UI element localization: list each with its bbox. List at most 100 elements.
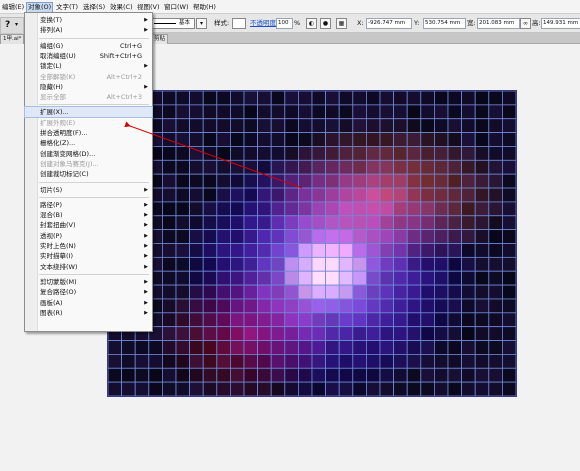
mosaic-tile <box>379 104 395 120</box>
mosaic-tile <box>488 187 503 203</box>
x-field[interactable]: -926.747 mm <box>366 18 412 29</box>
tab-document[interactable]: 1甲.ai* <box>0 34 25 44</box>
menu-item[interactable]: 图表(R) ▶ <box>25 308 152 318</box>
width-label: 宽: <box>467 19 476 27</box>
menu-item[interactable]: 封套扭曲(V) ▶ <box>25 220 152 230</box>
menu-item[interactable]: 编组(G) Ctrl+G <box>25 41 152 51</box>
menu-type[interactable]: 文字(T) <box>56 3 78 12</box>
mosaic-tile <box>162 229 177 244</box>
mosaic-tile <box>338 132 354 147</box>
recolor-icon[interactable]: ◐ <box>306 18 317 29</box>
opacity-input[interactable]: 100 <box>276 18 293 29</box>
mosaic-tile <box>162 159 177 175</box>
mosaic-tile <box>379 173 395 189</box>
mosaic-tile <box>393 146 408 161</box>
mosaic-tile <box>474 91 490 106</box>
chevron-down-icon[interactable]: ▾ <box>196 18 207 29</box>
mosaic-tile <box>297 243 313 258</box>
menu-item[interactable]: 取消编组(U) Shift+Ctrl+G <box>25 51 152 61</box>
menu-help[interactable]: 帮助(H) <box>193 3 216 12</box>
menu-view[interactable]: 视图(V) <box>137 3 160 12</box>
menu-edit[interactable]: 编辑(E) <box>2 3 24 12</box>
menu-item[interactable]: 排列(A) ▶ <box>25 25 152 35</box>
mosaic-tile <box>420 104 435 120</box>
menu-item-shortcut: Alt+Ctrl+2 <box>106 72 142 81</box>
stroke-style-dropdown[interactable]: 基本 <box>151 18 195 29</box>
menu-item[interactable]: 文本绕排(W) ▶ <box>25 262 152 272</box>
mosaic-tile <box>406 284 422 300</box>
help-question-icon[interactable]: ? <box>5 20 10 30</box>
submenu-arrow-icon: ▶ <box>144 186 148 193</box>
opacity-link[interactable]: 不透明度: <box>250 19 278 27</box>
menu-select[interactable]: 选择(S) <box>83 3 105 12</box>
menu-item[interactable]: 创建裁切标记(C) <box>25 169 152 179</box>
link-icon[interactable]: ∞ <box>520 18 531 29</box>
mosaic-tile <box>257 298 272 314</box>
mosaic-tile <box>202 256 218 272</box>
mosaic-grid[interactable] <box>108 91 516 396</box>
mosaic-tile <box>352 187 367 203</box>
menu-item[interactable]: 变换(T) ▶ <box>25 15 152 25</box>
mosaic-tile <box>501 298 516 314</box>
mosaic-tile <box>488 146 503 161</box>
mosaic-tile <box>216 201 231 217</box>
height-field[interactable]: 149.931 mm <box>541 18 580 29</box>
chevron-down-icon[interactable]: ▾ <box>15 21 18 28</box>
menu-item[interactable]: 复合路径(O) ▶ <box>25 287 152 297</box>
tab-clipboard[interactable]: 剪贴 <box>151 34 169 44</box>
mosaic-artboard[interactable] <box>107 90 517 397</box>
submenu-arrow-icon: ▶ <box>144 27 148 34</box>
menu-item[interactable]: 隐藏(H) ▶ <box>25 82 152 92</box>
menu-item[interactable]: 实时上色(N) ▶ <box>25 241 152 251</box>
mosaic-tile <box>352 256 367 272</box>
menu-item[interactable]: 拼合透明度(F)... <box>25 128 152 138</box>
submenu-arrow-icon: ▶ <box>144 278 148 285</box>
menu-item[interactable]: 实时描摹(I) ▶ <box>25 251 152 261</box>
menu-window[interactable]: 窗口(W) <box>164 3 189 12</box>
menu-item[interactable]: 透视(P) ▶ <box>25 231 152 241</box>
menu-item[interactable]: 锁定(L) ▶ <box>25 61 152 71</box>
mosaic-tile <box>189 367 204 383</box>
menu-item[interactable]: 创建渐变网格(D)... <box>25 149 152 159</box>
mosaic-tile <box>175 91 191 106</box>
y-label: Y: <box>414 19 420 27</box>
mosaic-tile <box>297 270 313 286</box>
mosaic-tile <box>230 132 245 147</box>
mosaic-tile <box>379 215 395 231</box>
mosaic-tile <box>121 354 136 369</box>
mosaic-tile <box>284 340 299 355</box>
mosaic-tile <box>257 215 272 231</box>
menu-item[interactable]: 剪切蒙版(M) ▶ <box>25 277 152 287</box>
align-icon[interactable]: ▦ <box>336 18 347 29</box>
width-field[interactable]: 201.083 mm <box>477 18 520 29</box>
mosaic-tile <box>406 229 422 244</box>
mosaic-tile <box>393 201 408 217</box>
menu-item[interactable]: 路径(P) ▶ <box>25 200 152 210</box>
mosaic-tile <box>501 367 516 383</box>
mosaic-tile <box>148 354 163 369</box>
menu-item[interactable]: 栅格化(Z)... <box>25 138 152 148</box>
mosaic-tile <box>257 367 272 383</box>
style-swatch[interactable] <box>232 18 246 29</box>
menu-item-label: 复合路径(O) <box>40 288 77 297</box>
mosaic-tile <box>352 270 367 286</box>
menu-item[interactable]: 切片(S) ▶ <box>25 185 152 195</box>
mosaic-tile <box>202 326 218 341</box>
mosaic-tile <box>257 381 272 396</box>
menu-item[interactable]: 混合(B) ▶ <box>25 210 152 220</box>
menu-item[interactable]: 扩展(X)... <box>24 106 153 119</box>
mosaic-tile <box>474 201 490 217</box>
mosaic-tile <box>175 298 191 314</box>
y-field[interactable]: 530.754 mm <box>423 18 466 29</box>
globe-icon[interactable]: ● <box>320 18 331 29</box>
mosaic-tile <box>447 354 463 369</box>
mosaic-tile <box>474 381 490 396</box>
mosaic-tile <box>202 298 218 314</box>
mosaic-tile <box>488 118 503 133</box>
mosaic-tile <box>202 159 218 175</box>
menu-item[interactable]: 画板(A) ▶ <box>25 298 152 308</box>
mosaic-tile <box>325 146 340 161</box>
menu-item-label: 创建对象马赛克(J)... <box>40 159 99 168</box>
mosaic-tile <box>447 146 463 161</box>
menu-effect[interactable]: 效果(C) <box>110 3 133 12</box>
